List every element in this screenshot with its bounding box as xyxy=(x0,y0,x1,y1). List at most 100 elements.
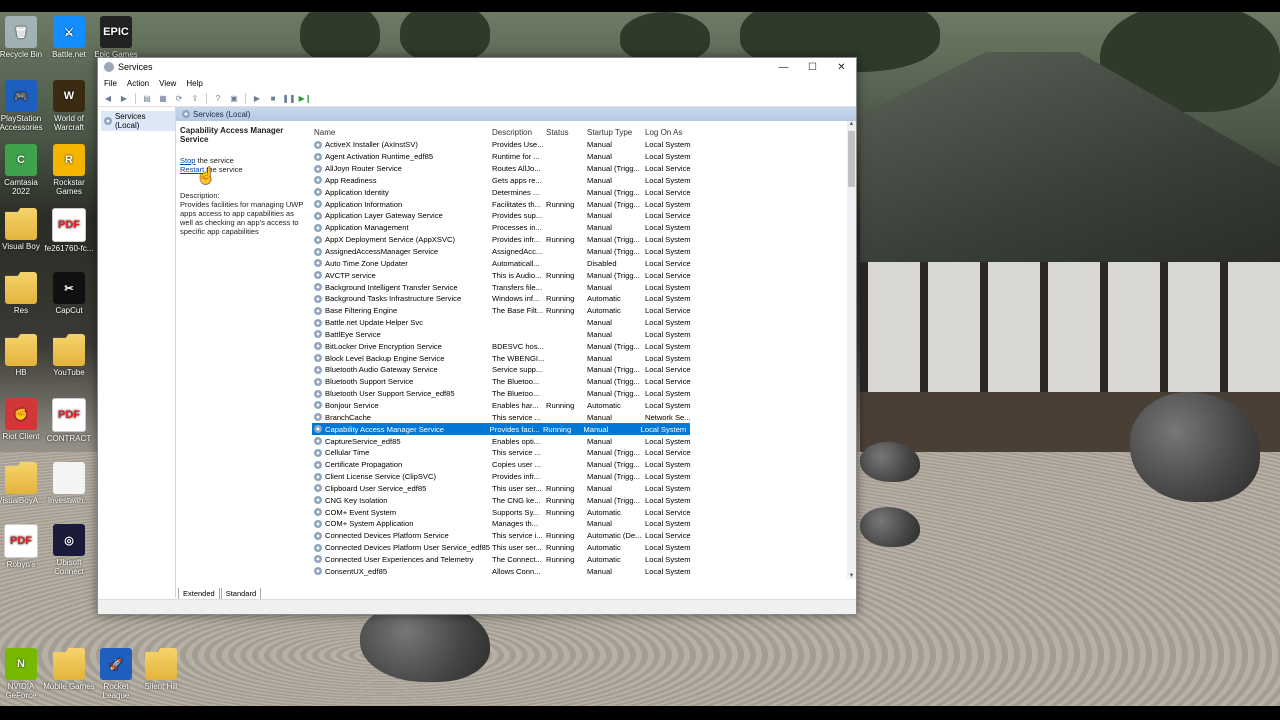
desktop-icon[interactable]: Res xyxy=(0,272,47,315)
table-row[interactable]: Certificate Propagation Copies user ... Ma… xyxy=(312,459,846,471)
table-row[interactable]: AppX Deployment Service (AppXSVC) Provide… xyxy=(312,234,846,246)
table-row[interactable]: BattlEye Service Manual Local System xyxy=(312,329,846,341)
refresh-icon[interactable]: ⟳ xyxy=(173,93,185,103)
restart-service-icon[interactable]: ▶❙ xyxy=(299,93,312,103)
table-row[interactable]: CNG Key Isolation The CNG ke... Running Man… xyxy=(312,494,846,506)
scroll-down-icon[interactable]: ▼ xyxy=(847,573,856,579)
table-row[interactable]: ActiveX Installer (AxInstSV) Provides Use… xyxy=(312,139,846,151)
desktop-icon[interactable]: 🗑 Recycle Bin xyxy=(0,16,47,59)
table-row[interactable]: Connected Devices Platform Service This s… xyxy=(312,530,846,542)
table-row[interactable]: AllJoyn Router Service Routes AllJo... Man… xyxy=(312,163,846,175)
desktop-icon[interactable]: C Camtasia 2022 xyxy=(0,144,47,196)
table-row-selected[interactable]: Capability Access Manager Service Provide… xyxy=(312,423,690,436)
desktop-icon[interactable]: VisualBoyA... xyxy=(0,462,47,505)
menu-help[interactable]: Help xyxy=(186,79,202,88)
desktop-icon[interactable]: N NVIDIA GeForce xyxy=(0,648,47,700)
service-name: ActiveX Installer (AxInstSV) xyxy=(312,140,492,149)
table-row[interactable]: Block Level Backup Engine Service The WBE… xyxy=(312,352,846,364)
stop-service-icon[interactable]: ■ xyxy=(267,93,279,103)
table-row[interactable]: App Readiness Gets apps re... Manual Local … xyxy=(312,175,846,187)
desktop-icon[interactable]: Investwith... xyxy=(43,462,95,505)
table-row[interactable]: Cellular Time This service ... Manual (Tri… xyxy=(312,447,846,459)
show-hide-tree-icon[interactable]: ▤ xyxy=(141,93,153,103)
table-row[interactable]: COM+ System Application Manages th... Manu… xyxy=(312,518,846,530)
tree-node-services-local[interactable]: Services (Local) xyxy=(101,111,175,131)
desktop-icon[interactable]: R Rockstar Games xyxy=(43,144,95,196)
table-row[interactable]: BranchCache This service ... Manual Network… xyxy=(312,411,846,423)
table-row[interactable]: Application Identity Determines ... Manual… xyxy=(312,186,846,198)
desktop-icon[interactable]: ◎ Ubisoft Connect xyxy=(43,524,95,576)
service-name: Bluetooth User Support Service_edf85 xyxy=(312,389,492,398)
properties-icon[interactable]: ▦ xyxy=(157,93,169,103)
desktop-icon[interactable]: ⚔ Battle.net xyxy=(43,16,95,59)
table-row[interactable]: AVCTP service This is Audio... Running Manu… xyxy=(312,269,846,281)
column-startup-type[interactable]: Startup Type xyxy=(587,128,645,137)
start-service-icon[interactable]: ▶ xyxy=(251,93,263,103)
table-row[interactable]: Background Intelligent Transfer Service T… xyxy=(312,281,846,293)
desktop-icon[interactable]: Mobile Games xyxy=(43,648,95,691)
table-row[interactable]: Bluetooth Audio Gateway Service Service s… xyxy=(312,364,846,376)
table-row[interactable]: Battle.net Update Helper Svc Manual Local … xyxy=(312,317,846,329)
minimize-button[interactable]: — xyxy=(769,62,798,73)
help-icon[interactable]: ? xyxy=(212,93,224,103)
service-logon: Local Service xyxy=(645,531,691,541)
table-row[interactable]: Bluetooth User Support Service_edf85 The … xyxy=(312,388,846,400)
table-row[interactable]: Application Management Processes in... Man… xyxy=(312,222,846,234)
table-row[interactable]: BitLocker Drive Encryption Service BDESVC… xyxy=(312,340,846,352)
service-name-text: AppX Deployment Service (AppXSVC) xyxy=(325,235,455,245)
service-name: Application Layer Gateway Service xyxy=(312,211,492,220)
desktop-icon[interactable]: PDF fe261760-fc... xyxy=(43,208,95,253)
desktop-icon[interactable]: EPIC Epic Games xyxy=(90,16,142,59)
stop-link[interactable]: Stop xyxy=(180,156,195,165)
table-row[interactable]: COM+ Event System Supports Sy... Running Au… xyxy=(312,506,846,518)
column-status[interactable]: Status xyxy=(546,128,587,137)
export-list-icon[interactable]: ⇪ xyxy=(189,93,201,103)
view-icon[interactable]: ▣ xyxy=(228,93,240,103)
desktop-icon[interactable]: PDF CONTRACT xyxy=(43,398,95,443)
table-row[interactable]: Clipboard User Service_edf85 This user se… xyxy=(312,482,846,494)
services-window[interactable]: Services — ☐ ✕ File Action View Help ◀ ▶… xyxy=(97,57,857,615)
column-log-on-as[interactable]: Log On As xyxy=(645,128,695,137)
column-description[interactable]: Description xyxy=(492,128,546,137)
desktop-icon[interactable]: Silent Hill xyxy=(135,648,187,691)
menu-file[interactable]: File xyxy=(104,79,117,88)
table-row[interactable]: Bluetooth Support Service The Bluetoo... M… xyxy=(312,376,846,388)
desktop-icon[interactable]: 🎮 PlayStation Accessories xyxy=(0,80,47,132)
close-button[interactable]: ✕ xyxy=(827,62,856,73)
service-status: Running xyxy=(546,400,575,410)
desktop-icon[interactable]: W World of Warcraft xyxy=(43,80,95,132)
service-logon: Local Service xyxy=(645,377,691,387)
column-name[interactable]: Name xyxy=(312,128,492,137)
desktop-icon[interactable]: ✂ CapCut xyxy=(43,272,95,315)
back-arrow-icon[interactable]: ◀ xyxy=(102,93,114,103)
table-row[interactable]: Connected Devices Platform User Service_… xyxy=(312,542,846,554)
table-row[interactable]: AssignedAccessManager Service AssignedAcc… xyxy=(312,246,846,258)
pause-service-icon[interactable]: ❚❚ xyxy=(282,93,295,103)
table-row[interactable]: Bonjour Service Enables har... Running Auto… xyxy=(312,400,846,412)
desktop-icon[interactable]: ✊ Riot Client xyxy=(0,398,47,441)
scrollbar-thumb[interactable] xyxy=(848,131,855,187)
title-bar[interactable]: Services — ☐ ✕ xyxy=(98,58,856,76)
table-row[interactable]: Agent Activation Runtime_edf85 Runtime fo… xyxy=(312,151,846,163)
table-row[interactable]: CaptureService_edf85 Enables opti... Manua… xyxy=(312,435,846,447)
table-row[interactable]: Client License Service (ClipSVC) Provides… xyxy=(312,471,846,483)
table-row[interactable]: Connected User Experiences and Telemetry… xyxy=(312,554,846,566)
table-row[interactable]: Application Layer Gateway Service Provide… xyxy=(312,210,846,222)
table-row[interactable]: Auto Time Zone Updater Automaticall... Dis… xyxy=(312,257,846,269)
desktop-icon[interactable]: Visual Boy xyxy=(0,208,47,251)
table-row[interactable]: Application Information Facilitates th...… xyxy=(312,198,846,210)
table-row[interactable]: Base Filtering Engine The Base Filt... Run… xyxy=(312,305,846,317)
desktop-icon[interactable]: HB xyxy=(0,334,47,377)
scroll-up-icon[interactable]: ▲ xyxy=(847,121,856,127)
menu-view[interactable]: View xyxy=(159,79,176,88)
menu-action[interactable]: Action xyxy=(127,79,149,88)
maximize-button[interactable]: ☐ xyxy=(798,62,827,73)
desktop-icon[interactable]: YouTube xyxy=(43,334,95,377)
forward-arrow-icon[interactable]: ▶ xyxy=(118,93,130,103)
table-row[interactable]: ConsentUX_edf85 Allows Conn... Manual Local… xyxy=(312,565,846,577)
vertical-scrollbar[interactable]: ▲ ▼ xyxy=(847,121,856,579)
desktop-icon-label: Battle.net xyxy=(52,50,86,59)
desktop-icon[interactable]: PDF Robyn's xyxy=(0,524,47,569)
table-row[interactable]: Background Tasks Infrastructure Service W… xyxy=(312,293,846,305)
services-list[interactable]: Name Description Status Startup Type Log… xyxy=(312,126,846,579)
